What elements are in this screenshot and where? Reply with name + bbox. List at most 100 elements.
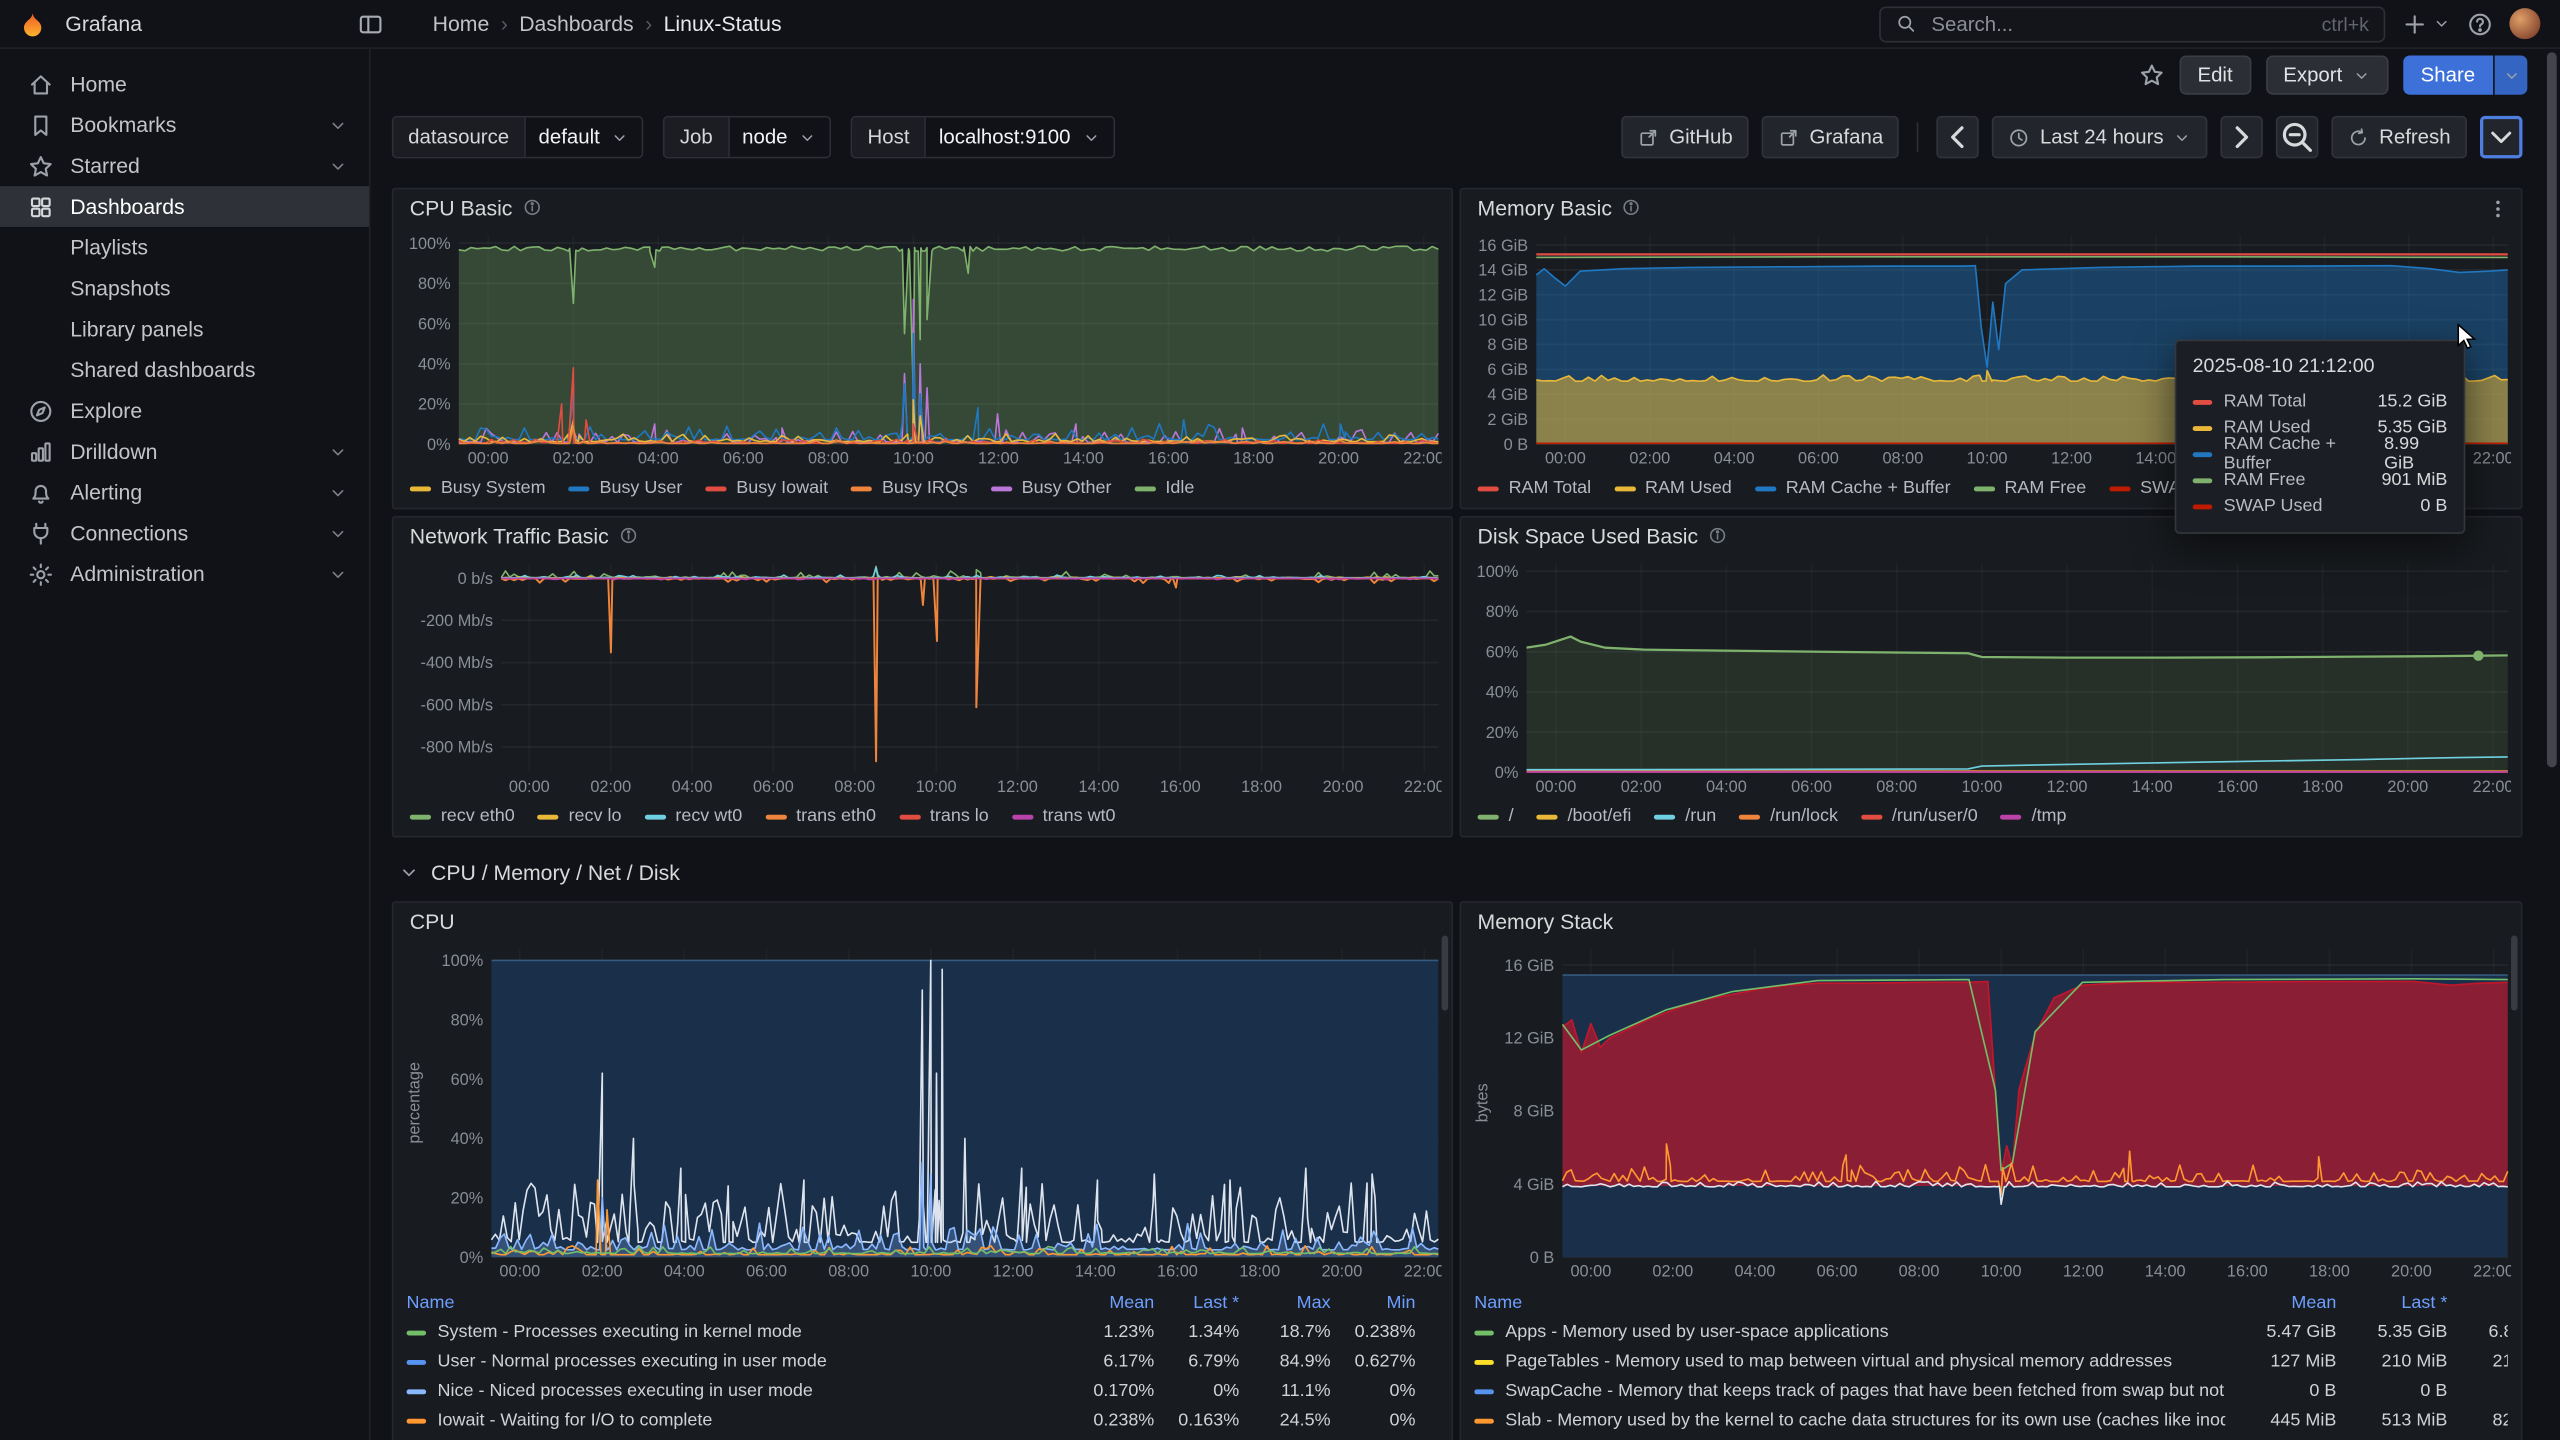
table-column-max[interactable]: Max bbox=[2447, 1293, 2507, 1313]
legend-item-recv-eth0[interactable]: recv eth0 bbox=[410, 807, 515, 827]
sidebar-item-alerting[interactable]: Alerting bbox=[0, 472, 369, 513]
panel-title[interactable]: Network Traffic Basic bbox=[410, 523, 609, 547]
breadcrumb-home[interactable]: Home bbox=[433, 11, 490, 35]
user-avatar[interactable] bbox=[2509, 8, 2540, 39]
table-column-last[interactable]: Last * bbox=[1154, 1293, 1239, 1313]
row-section-header[interactable]: CPU / Memory / Net / Disk bbox=[398, 851, 680, 893]
refresh-interval-dropdown[interactable] bbox=[2480, 116, 2522, 158]
sidebar-item-explore[interactable]: Explore bbox=[0, 390, 369, 431]
share-menu-button[interactable] bbox=[2495, 56, 2528, 95]
time-back-button[interactable] bbox=[1937, 116, 1979, 158]
legend-item-trans-wt0[interactable]: trans wt0 bbox=[1012, 807, 1116, 827]
sidebar-item-home[interactable]: Home bbox=[0, 64, 369, 105]
panel-menu-icon[interactable] bbox=[2487, 198, 2510, 221]
variable-value[interactable]: default bbox=[524, 118, 642, 157]
series-name-cell[interactable]: Nice - Niced processes executing in user… bbox=[407, 1381, 1070, 1401]
variable-value[interactable]: node bbox=[727, 118, 830, 157]
sidebar-item-dashboards[interactable]: Dashboards bbox=[0, 186, 369, 227]
network-traffic-chart[interactable]: 0 b/s-200 Mb/s-400 Mb/s-600 Mb/s-800 Mb/… bbox=[403, 553, 1441, 796]
panel-title[interactable]: CPU Basic bbox=[410, 195, 513, 219]
legend-item-ram-free[interactable]: RAM Free bbox=[1973, 478, 2086, 498]
export-button[interactable]: Export bbox=[2265, 56, 2388, 95]
legend-item-busy-irqs[interactable]: Busy IRQs bbox=[851, 478, 968, 498]
sidebar-item-administration[interactable]: Administration bbox=[0, 553, 369, 594]
help-icon[interactable] bbox=[2467, 11, 2493, 37]
breadcrumb-dashboards[interactable]: Dashboards bbox=[519, 11, 633, 35]
sidebar-toggle-icon[interactable] bbox=[358, 11, 384, 37]
table-column-min[interactable]: Min bbox=[1331, 1293, 1416, 1313]
variable-job[interactable]: Jobnode bbox=[663, 116, 831, 158]
search-box[interactable]: ctrl+k bbox=[1879, 6, 2385, 42]
dashboard-link-grafana[interactable]: Grafana bbox=[1762, 116, 1899, 158]
series-name-cell[interactable]: Apps - Memory used by user-space applica… bbox=[1474, 1322, 2225, 1342]
variable-value[interactable]: localhost:9100 bbox=[924, 118, 1113, 157]
variable-datasource[interactable]: datasourcedefault bbox=[392, 116, 644, 158]
legend-item-busy-iowait[interactable]: Busy Iowait bbox=[705, 478, 828, 498]
legend-item-run[interactable]: /run bbox=[1654, 807, 1716, 827]
panel-title[interactable]: CPU bbox=[410, 909, 455, 933]
series-name-cell[interactable]: Slab - Memory used by the kernel to cach… bbox=[1474, 1411, 2225, 1431]
refresh-button[interactable]: Refresh bbox=[2332, 116, 2467, 158]
table-column-max[interactable]: Max bbox=[1239, 1293, 1330, 1313]
search-input[interactable] bbox=[1928, 11, 2310, 37]
table-column-last[interactable]: Last * bbox=[2336, 1293, 2447, 1313]
edit-button[interactable]: Edit bbox=[2180, 56, 2251, 95]
table-column-mean[interactable]: Mean bbox=[1069, 1293, 1154, 1313]
legend-item-idle[interactable]: Idle bbox=[1134, 478, 1194, 498]
table-column-mean[interactable]: Mean bbox=[2225, 1293, 2336, 1313]
sidebar-item-drilldown[interactable]: Drilldown bbox=[0, 431, 369, 472]
info-icon[interactable] bbox=[522, 198, 542, 218]
zoom-out-button[interactable] bbox=[2276, 116, 2318, 158]
legend-item-recv-wt0[interactable]: recv wt0 bbox=[644, 807, 742, 827]
series-name-cell[interactable]: SwapCache - Memory that keeps track of p… bbox=[1474, 1381, 2225, 1401]
sidebar-item-bookmarks[interactable]: Bookmarks bbox=[0, 104, 369, 145]
legend-item-ram-cache-buffer[interactable]: RAM Cache + Buffer bbox=[1755, 478, 1951, 498]
scrollbar-thumb[interactable] bbox=[2547, 52, 2557, 767]
legend-item-boot-efi[interactable]: /boot/efi bbox=[1536, 807, 1631, 827]
cpu-chart[interactable]: 100%80%60%40%20%0%00:0002:0004:0006:0008… bbox=[403, 939, 1441, 1282]
legend-item-busy-system[interactable]: Busy System bbox=[410, 478, 546, 498]
panel-title[interactable]: Memory Stack bbox=[1478, 909, 1614, 933]
info-icon[interactable] bbox=[1708, 526, 1728, 546]
sidebar-item-playlists[interactable]: Playlists bbox=[0, 227, 369, 268]
time-range-picker[interactable]: Last 24 hours bbox=[1993, 116, 2208, 158]
sidebar-item-shared-dashboards[interactable]: Shared dashboards bbox=[0, 349, 369, 390]
legend-item-ram-used[interactable]: RAM Used bbox=[1614, 478, 1732, 498]
new-button[interactable] bbox=[2402, 11, 2451, 37]
sidebar-item-library-panels[interactable]: Library panels bbox=[0, 309, 369, 350]
legend-item-run-lock[interactable]: /run/lock bbox=[1739, 807, 1838, 827]
legend-item-trans-eth0[interactable]: trans eth0 bbox=[765, 807, 876, 827]
disk-space-chart[interactable]: 100%80%60%40%20%0%00:0002:0004:0006:0008… bbox=[1471, 553, 2511, 796]
favorite-star-icon[interactable] bbox=[2139, 62, 2165, 88]
sidebar-item-snapshots[interactable]: Snapshots bbox=[0, 268, 369, 309]
dashboard-link-github[interactable]: GitHub bbox=[1622, 116, 1749, 158]
memory-stack-chart[interactable]: 16 GiB12 GiB8 GiB4 GiB0 B00:0002:0004:00… bbox=[1471, 939, 2511, 1282]
info-icon[interactable] bbox=[619, 526, 639, 546]
variable-host[interactable]: Hostlocalhost:9100 bbox=[851, 116, 1114, 158]
legend-item-[interactable]: / bbox=[1478, 807, 1514, 827]
series-name-cell[interactable]: User - Normal processes executing in use… bbox=[407, 1352, 1070, 1372]
legend-item-trans-lo[interactable]: trans lo bbox=[899, 807, 989, 827]
cpu-basic-chart[interactable]: 100%80%60%40%20%0%00:0002:0004:0006:0008… bbox=[403, 225, 1441, 468]
table-scrollbar[interactable] bbox=[2511, 936, 2518, 1011]
panel-title[interactable]: Memory Basic bbox=[1478, 195, 1612, 219]
table-column-name[interactable]: Name bbox=[407, 1293, 1070, 1313]
legend-item-recv-lo[interactable]: recv lo bbox=[538, 807, 622, 827]
sidebar-item-starred[interactable]: Starred bbox=[0, 145, 369, 186]
table-scrollbar[interactable] bbox=[1442, 936, 1449, 1011]
series-name-cell[interactable]: System - Processes executing in kernel m… bbox=[407, 1322, 1070, 1342]
panel-title[interactable]: Disk Space Used Basic bbox=[1478, 523, 1699, 547]
page-scrollbar[interactable] bbox=[2547, 52, 2557, 1433]
legend-item-tmp[interactable]: /tmp bbox=[2001, 807, 2067, 827]
time-forward-button[interactable] bbox=[2221, 116, 2263, 158]
legend-item-busy-other[interactable]: Busy Other bbox=[991, 478, 1112, 498]
sidebar-item-connections[interactable]: Connections bbox=[0, 513, 369, 554]
legend-item-run-user-0[interactable]: /run/user/0 bbox=[1861, 807, 1978, 827]
legend-item-busy-user[interactable]: Busy User bbox=[568, 478, 682, 498]
series-name-cell[interactable]: Iowait - Waiting for I/O to complete bbox=[407, 1411, 1070, 1431]
legend-item-ram-total[interactable]: RAM Total bbox=[1478, 478, 1592, 498]
table-column-name[interactable]: Name bbox=[1474, 1293, 2225, 1313]
info-icon[interactable] bbox=[1622, 198, 1642, 218]
share-button[interactable]: Share bbox=[2403, 56, 2493, 95]
series-name-cell[interactable]: PageTables - Memory used to map between … bbox=[1474, 1352, 2225, 1372]
